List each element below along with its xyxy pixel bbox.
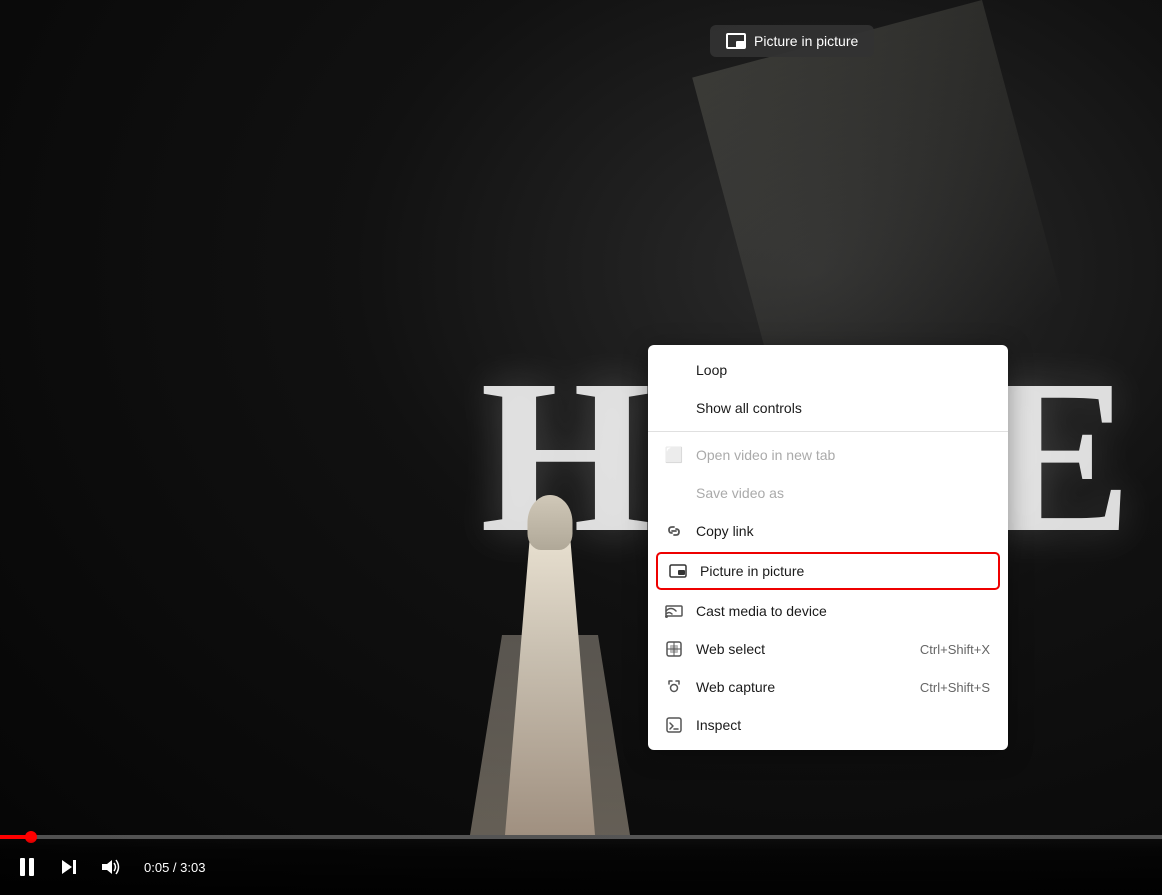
save-video-label: Save video as (696, 485, 990, 501)
context-menu: Loop Show all controls Open video in new… (648, 345, 1008, 750)
web-capture-icon (664, 677, 684, 697)
video-controls: 0:05 / 3:03 (0, 839, 1162, 895)
context-menu-loop[interactable]: Loop (648, 351, 1008, 389)
loop-label: Loop (696, 362, 990, 378)
pause-icon (20, 858, 38, 876)
context-menu-open-tab[interactable]: Open video in new tab (648, 436, 1008, 474)
context-menu-web-capture[interactable]: Web capture Ctrl+Shift+S (648, 668, 1008, 706)
copy-link-label: Copy link (696, 523, 990, 539)
skip-icon (60, 858, 78, 876)
inspect-label: Inspect (696, 717, 990, 733)
web-capture-label: Web capture (696, 679, 908, 695)
pip-badge-icon (726, 33, 746, 49)
divider-1 (648, 431, 1008, 432)
skip-button[interactable] (56, 854, 82, 880)
context-menu-pip[interactable]: Picture in picture (656, 552, 1000, 590)
open-tab-icon (664, 445, 684, 465)
figure-silhouette (460, 475, 640, 835)
pip-label: Picture in picture (700, 563, 988, 579)
loop-icon (664, 360, 684, 380)
context-menu-show-controls[interactable]: Show all controls (648, 389, 1008, 427)
web-select-shortcut: Ctrl+Shift+X (920, 642, 990, 657)
show-controls-label: Show all controls (696, 400, 990, 416)
web-select-label: Web select (696, 641, 908, 657)
context-menu-web-select[interactable]: Web select Ctrl+Shift+X (648, 630, 1008, 668)
volume-button[interactable] (96, 854, 126, 880)
cast-label: Cast media to device (696, 603, 990, 619)
cast-icon (664, 601, 684, 621)
pip-badge-text: Picture in picture (754, 33, 858, 49)
time-display: 0:05 / 3:03 (144, 860, 205, 875)
web-capture-shortcut: Ctrl+Shift+S (920, 680, 990, 695)
pip-icon (668, 561, 688, 581)
context-menu-save-video[interactable]: Save video as (648, 474, 1008, 512)
copy-link-icon (664, 521, 684, 541)
show-controls-icon (664, 398, 684, 418)
web-select-icon (664, 639, 684, 659)
save-video-icon (664, 483, 684, 503)
volume-icon (100, 858, 122, 876)
pip-tooltip-badge: Picture in picture (710, 25, 874, 57)
context-menu-copy-link[interactable]: Copy link (648, 512, 1008, 550)
context-menu-inspect[interactable]: Inspect (648, 706, 1008, 744)
context-menu-cast[interactable]: Cast media to device (648, 592, 1008, 630)
open-tab-label: Open video in new tab (696, 447, 990, 463)
pause-button[interactable] (16, 854, 42, 880)
inspect-icon (664, 715, 684, 735)
